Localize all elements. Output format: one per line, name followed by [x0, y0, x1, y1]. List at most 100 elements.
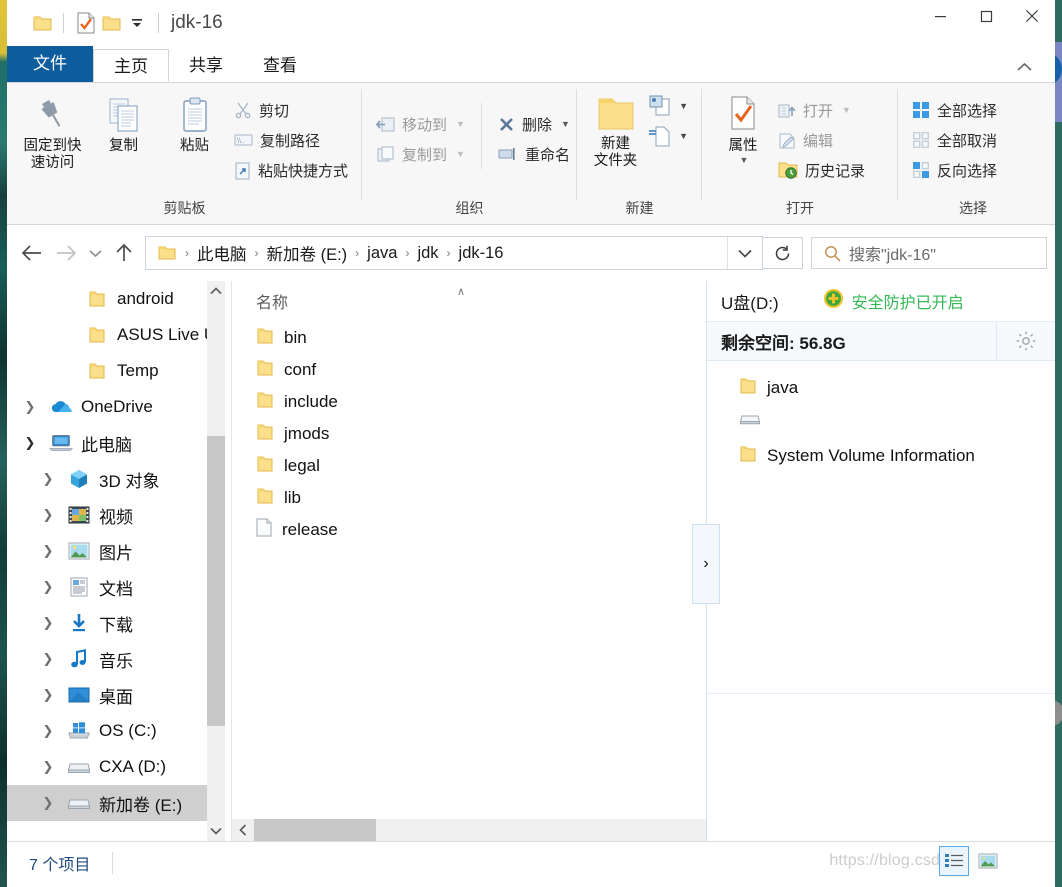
edit-label: 编辑 — [803, 132, 834, 150]
scroll-up-arrow-icon[interactable] — [207, 281, 225, 301]
tree-item-new-volume-e[interactable]: ❯ 新加卷 (E:) — [7, 785, 225, 821]
easy-access-button[interactable]: ▼ — [644, 121, 692, 151]
tree-item-videos[interactable]: ❯ 视频 — [7, 497, 225, 533]
breadcrumb-item-1[interactable]: 新加卷 (E:) — [264, 241, 351, 265]
large-icons-view-button[interactable] — [973, 846, 1003, 876]
chevron-right-icon[interactable]: ❯ — [19, 399, 41, 415]
breadcrumb-item-0[interactable]: 此电脑 — [194, 241, 250, 265]
navigation-pane-scrollbar[interactable] — [207, 281, 225, 841]
tab-share[interactable]: 共享 — [169, 49, 243, 82]
select-none-button[interactable]: 全部取消 — [908, 125, 1001, 155]
tree-item-desktop[interactable]: ❯ 桌面 — [7, 677, 225, 713]
breadcrumb-item-2[interactable]: java — [364, 244, 400, 263]
rename-button[interactable]: 重命名 — [494, 139, 574, 169]
chevron-down-icon[interactable]: ❯ — [19, 435, 41, 451]
usb-panel-collapse-button[interactable]: › — [692, 524, 720, 604]
address-dropdown-button[interactable] — [727, 237, 762, 269]
copy-to-button[interactable]: 复制到 ▼ — [372, 139, 469, 169]
tab-file[interactable]: 文件 — [7, 46, 93, 82]
close-button[interactable] — [1009, 0, 1055, 32]
address-input[interactable]: › 此电脑 › 新加卷 (E:) › java › jdk › jdk-16 — [145, 236, 763, 270]
tree-item-downloads[interactable]: ❯ 下载 — [7, 605, 225, 641]
scroll-down-arrow-icon[interactable] — [207, 821, 225, 841]
chevron-right-icon[interactable]: ❯ — [37, 795, 59, 811]
delete-caret-icon[interactable]: ▼ — [561, 119, 570, 129]
usb-list-item[interactable]: System Volume Information — [707, 439, 1055, 473]
new-item-button[interactable]: ▼ — [644, 91, 692, 121]
tree-item-this-pc[interactable]: ❯ 此电脑 — [7, 425, 225, 461]
paste-shortcut-button[interactable]: 粘贴快捷方式 — [230, 155, 352, 185]
recent-locations-button[interactable] — [83, 236, 107, 270]
tree-item-asus-live-update[interactable]: ASUS Live Upda — [7, 317, 225, 353]
tree-item-android[interactable]: android — [7, 281, 225, 317]
tree-item-os-c[interactable]: ❯ OS (C:) — [7, 713, 225, 749]
chevron-right-icon[interactable]: ❯ — [37, 507, 59, 523]
new-folder-icon[interactable] — [98, 10, 124, 36]
up-button[interactable] — [107, 236, 141, 270]
tree-item-documents[interactable]: ❯ 文档 — [7, 569, 225, 605]
ribbon: 固定到快 速访问 复制 粘贴 剪切 \\.. 复制路径 粘贴快捷方式 剪贴板 移… — [7, 82, 1055, 225]
refresh-button[interactable] — [763, 237, 803, 269]
chevron-right-icon[interactable]: ❯ — [37, 723, 59, 739]
tree-item-temp[interactable]: Temp — [7, 353, 225, 389]
history-button[interactable]: 历史记录 — [774, 155, 869, 185]
new-folder-button[interactable]: 新建 文件夹 — [587, 89, 644, 170]
details-view-button[interactable] — [939, 846, 969, 876]
minimize-button[interactable] — [917, 0, 963, 32]
chevron-right-icon[interactable]: ❯ — [37, 687, 59, 703]
copy-to-caret-icon[interactable]: ▼ — [456, 149, 465, 159]
open-button[interactable]: 打开 ▼ — [774, 95, 869, 125]
chevron-right-icon[interactable]: ❯ — [37, 759, 59, 775]
open-caret-icon[interactable]: ▼ — [842, 105, 851, 115]
forward-button[interactable] — [49, 236, 83, 270]
chevron-right-icon[interactable]: ❯ — [37, 471, 59, 487]
chevron-right-icon[interactable]: ❯ — [37, 651, 59, 667]
paste-button[interactable]: 粘贴 — [159, 89, 230, 155]
tree-item-onedrive[interactable]: ❯ OneDrive — [7, 389, 225, 425]
properties-caret-icon[interactable]: ▼ — [740, 155, 749, 165]
pin-to-quick-access-button[interactable]: 固定到快 速访问 — [17, 89, 88, 172]
tree-item-pictures[interactable]: ❯ 图片 — [7, 533, 225, 569]
quick-access-dropdown-icon[interactable] — [124, 10, 150, 36]
search-input[interactable]: 搜索"jdk-16" — [849, 241, 936, 265]
new-item-caret-icon[interactable]: ▼ — [679, 102, 688, 111]
properties-icon[interactable] — [72, 10, 98, 36]
move-to-button[interactable]: 移动到 ▼ — [372, 109, 469, 139]
chevron-right-icon[interactable]: ❯ — [37, 579, 59, 595]
back-button[interactable] — [15, 236, 49, 270]
tab-view[interactable]: 查看 — [243, 49, 317, 82]
edit-button[interactable]: 编辑 — [774, 125, 869, 155]
tab-home[interactable]: 主页 — [93, 49, 169, 82]
move-to-caret-icon[interactable]: ▼ — [456, 119, 465, 129]
properties-button[interactable]: 属性 ▼ — [712, 89, 774, 165]
horizontal-scrollbar-thumb[interactable] — [254, 819, 376, 841]
usb-list-item[interactable] — [707, 405, 1055, 439]
tree-item-music[interactable]: ❯ 音乐 — [7, 641, 225, 677]
tree-item-3d-objects[interactable]: ❯ 3D 对象 — [7, 461, 225, 497]
copy-button[interactable]: 复制 — [88, 89, 159, 155]
delete-button[interactable]: 删除 ▼ — [494, 109, 574, 139]
scroll-left-arrow-icon[interactable] — [232, 824, 254, 836]
breadcrumb-item-3[interactable]: jdk — [414, 244, 441, 263]
navigation-scrollbar-thumb[interactable] — [207, 436, 225, 726]
cut-button[interactable]: 剪切 — [230, 95, 352, 125]
easy-access-caret-icon[interactable]: ▼ — [679, 132, 688, 141]
copy-to-label: 复制到 — [402, 146, 448, 164]
chevron-right-icon[interactable]: ❯ — [37, 543, 59, 559]
folder-icon — [739, 446, 757, 467]
copy-path-button[interactable]: \\.. 复制路径 — [230, 125, 352, 155]
chevron-right-icon[interactable]: ❯ — [37, 615, 59, 631]
search-box[interactable]: 搜索"jdk-16" — [811, 237, 1047, 269]
usb-list-item[interactable]: java — [707, 371, 1055, 405]
breadcrumb-item-4[interactable]: jdk-16 — [456, 244, 507, 263]
collapse-ribbon-icon[interactable] — [1016, 60, 1033, 78]
folder-icon[interactable] — [29, 10, 55, 36]
select-all-button[interactable]: 全部选择 — [908, 95, 1001, 125]
tree-item-cxa-d[interactable]: ❯ CXA (D:) — [7, 749, 225, 785]
breadcrumb-folder-icon[interactable] — [154, 245, 180, 261]
invert-selection-button[interactable]: 反向选择 — [908, 155, 1001, 185]
column-header-name[interactable]: 名称 — [232, 289, 288, 313]
maximize-button[interactable] — [963, 0, 1009, 32]
usb-settings-button[interactable] — [996, 322, 1055, 360]
file-name: conf — [284, 360, 317, 379]
